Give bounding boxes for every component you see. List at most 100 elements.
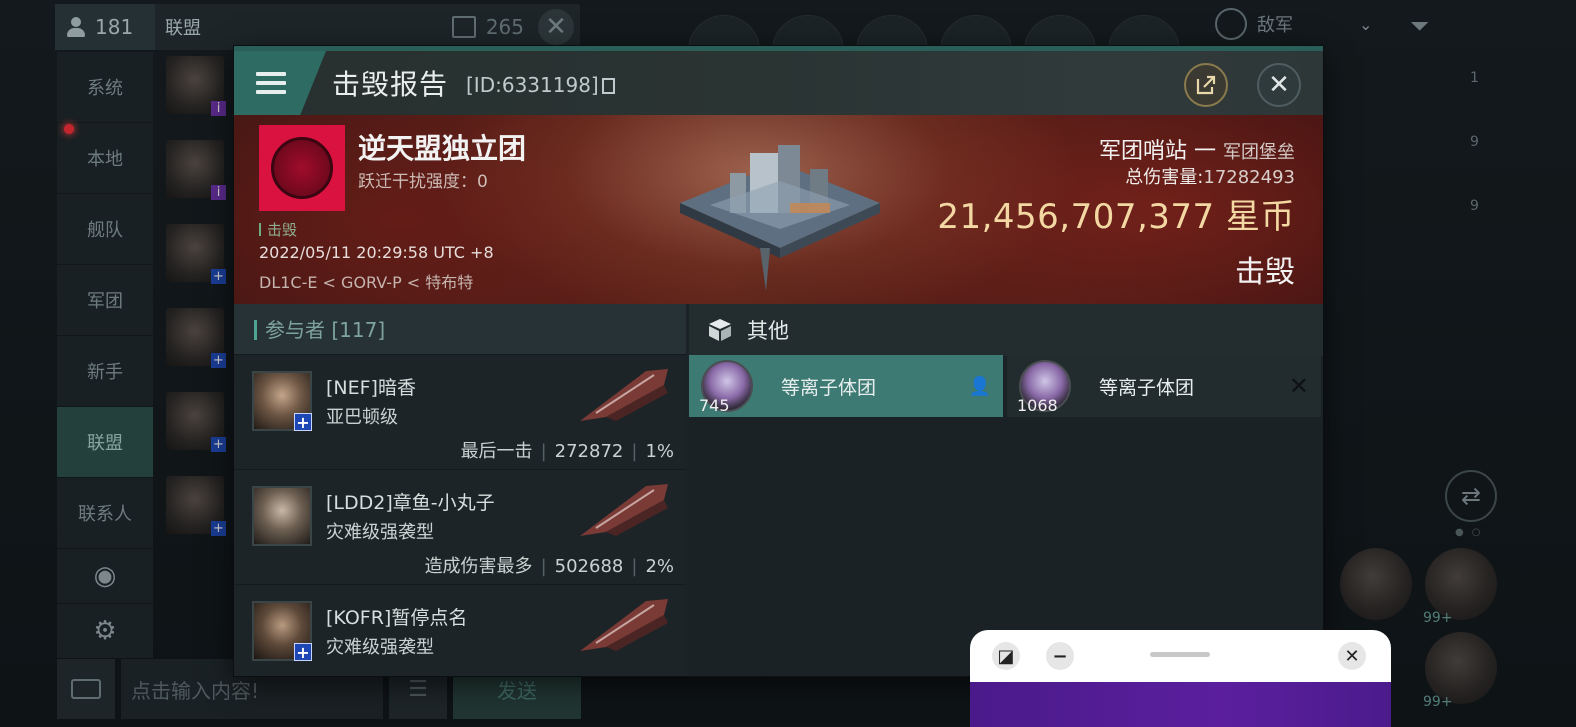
tab-local[interactable]: 本地 xyxy=(57,123,153,193)
isk-unit: 星币 xyxy=(1226,197,1295,237)
pilot-portrait[interactable]: + xyxy=(252,601,312,661)
participant-stats: 造成伤害最多 | 502688 | 2% xyxy=(424,556,674,577)
floating-window: ◪ − ✕ xyxy=(970,630,1391,727)
pilot-portrait[interactable] xyxy=(252,486,312,546)
add-contact-icon[interactable]: + xyxy=(294,413,312,431)
pilot-portrait[interactable]: + xyxy=(252,371,312,431)
overview-filter[interactable]: 敌军 ⌄ xyxy=(1215,8,1372,40)
close-icon: ✕ xyxy=(545,12,567,42)
chat-avatar[interactable]: + xyxy=(166,476,226,536)
share-button[interactable] xyxy=(1184,63,1228,107)
resize-icon: ◪ xyxy=(997,645,1015,667)
report-title: 击毁报告 xyxy=(332,68,449,101)
filter-icon[interactable]: ⏷ xyxy=(1410,12,1429,40)
item-destroyed[interactable]: 1068 等离子体团 ✕ xyxy=(1007,355,1321,417)
participant-role: 造成伤害最多 xyxy=(424,556,533,577)
chevron-down-icon: ⌄ xyxy=(1359,14,1373,34)
chat-close-button[interactable]: ✕ xyxy=(538,9,574,45)
kill-tag: 击毁 xyxy=(259,219,297,240)
tab-system[interactable]: 系统 xyxy=(57,52,153,122)
minimize-button[interactable]: − xyxy=(1046,642,1074,670)
profile-button[interactable]: ◉ xyxy=(57,549,153,603)
item-quantity: 1068 xyxy=(1017,396,1058,415)
kill-report-window: 击毁报告 [ID:6331198] ✕ 逆天盟独立团 跃迁干扰强度：0 击毁 2… xyxy=(234,46,1323,676)
participant-row[interactable]: + [NEF]暗香 亚巴顿级 最后一击 | 272872 | 1% xyxy=(234,354,686,469)
notification-dot xyxy=(64,124,74,134)
floating-close-button[interactable]: ✕ xyxy=(1338,642,1366,670)
participant-row[interactable]: [LDD2]章鱼-小丸子 灾难级强袭型 造成伤害最多 | 502688 | 2% xyxy=(234,469,686,584)
module-count: 99+ xyxy=(1423,610,1453,626)
destroyed-x-icon: ✕ xyxy=(1288,372,1309,400)
unread-indicator[interactable]: 265 xyxy=(451,15,524,39)
warp-value: 0 xyxy=(477,172,488,192)
tab-contacts[interactable]: 联系人 xyxy=(57,478,153,548)
plus-badge: + xyxy=(211,353,226,368)
online-count[interactable]: 181 xyxy=(55,4,155,50)
structure-subtype: 军团堡垒 xyxy=(1223,142,1295,163)
chat-channel-tabs: 系统 本地 舰队 军团 新手 联盟 联系人 ◉ ⚙ xyxy=(57,52,153,659)
damage-label: 总伤害量: xyxy=(1125,167,1204,188)
person-icon: ◉ xyxy=(93,561,117,591)
pilot-name: [KOFR]暂停点名 xyxy=(326,607,468,629)
list-icon: ☰ xyxy=(408,676,428,702)
chat-avatar[interactable]: + xyxy=(166,224,226,284)
item-name: 等离子体团 xyxy=(781,376,877,399)
online-count-value: 181 xyxy=(95,15,134,39)
rank-badge: i xyxy=(211,185,226,200)
menu-button[interactable] xyxy=(234,51,326,115)
warp-disruption: 跃迁干扰强度：0 xyxy=(358,167,488,192)
add-contact-icon[interactable]: + xyxy=(294,643,312,661)
side-counter[interactable]: 9 xyxy=(1470,134,1479,198)
keyboard-button[interactable] xyxy=(57,659,115,719)
fullscreen-button[interactable]: ◪ xyxy=(992,642,1020,670)
victim-name[interactable]: 逆天盟独立团 xyxy=(358,127,526,167)
channel-title: 联盟 xyxy=(165,18,201,39)
kill-status: 击毁 xyxy=(1235,255,1295,290)
tab-corp[interactable]: 军团 xyxy=(57,265,153,335)
close-button[interactable]: ✕ xyxy=(1257,63,1301,107)
module-slot[interactable]: 99+ xyxy=(1423,632,1497,710)
participant-damage: 502688 xyxy=(554,556,624,577)
participant-percent: 2% xyxy=(645,556,674,577)
participant-row[interactable]: + [KOFR]暂停点名 灾难级强袭型 xyxy=(234,584,686,676)
module-slot[interactable] xyxy=(1340,548,1412,620)
ship-icon xyxy=(580,369,668,421)
item-dropped[interactable]: 745 等离子体团 👤 xyxy=(689,355,1003,417)
tab-newbie[interactable]: 新手 xyxy=(57,336,153,406)
side-counter[interactable]: 1 xyxy=(1470,70,1479,134)
copy-icon[interactable] xyxy=(601,78,615,94)
filter-label: 敌军 xyxy=(1257,15,1293,36)
close-icon: ✕ xyxy=(1344,645,1360,667)
chat-top-bar: 181 联盟 265 ✕ xyxy=(55,4,580,50)
chat-avatar-column: i i + + + + xyxy=(166,56,226,547)
participant-damage: 272872 xyxy=(554,441,624,462)
ship-name: 灾难级强袭型 xyxy=(326,522,434,543)
tab-alliance[interactable]: 联盟 xyxy=(57,407,153,477)
chat-avatar[interactable]: i xyxy=(166,56,226,116)
participant-stats: 最后一击 | 272872 | 1% xyxy=(460,441,674,462)
tab-fleet[interactable]: 舰队 xyxy=(57,194,153,264)
other-items-panel: 其他 745 等离子体团 👤 1068 等离子体团 ✕ xyxy=(689,304,1323,676)
plus-badge: + xyxy=(211,269,226,284)
module-slot[interactable]: 99+ xyxy=(1423,548,1497,626)
keyboard-icon xyxy=(71,679,101,699)
kill-location[interactable]: DL1C-E < GORV-P < 特布特 xyxy=(259,269,473,293)
side-count: 1 xyxy=(1470,70,1479,86)
swap-button[interactable]: ⇄ xyxy=(1445,470,1497,522)
chat-avatar[interactable]: + xyxy=(166,392,226,452)
drag-handle[interactable] xyxy=(1150,652,1210,657)
chat-avatar[interactable]: i xyxy=(166,140,226,200)
plus-badge: + xyxy=(211,521,226,536)
person-icon xyxy=(65,16,87,38)
cube-icon xyxy=(709,319,731,341)
plus-badge: + xyxy=(211,437,226,452)
module-count: 99+ xyxy=(1423,694,1453,710)
pilot-name: [NEF]暗香 xyxy=(326,377,416,399)
settings-button[interactable]: ⚙ xyxy=(57,604,153,658)
globe-icon xyxy=(1215,8,1247,40)
chat-avatar[interactable]: + xyxy=(166,308,226,368)
side-counter[interactable]: 9 xyxy=(1470,198,1479,262)
corporation-logo[interactable] xyxy=(259,125,345,211)
participant-role: 最后一击 xyxy=(460,441,533,462)
report-id[interactable]: [ID:6331198] xyxy=(466,73,615,97)
